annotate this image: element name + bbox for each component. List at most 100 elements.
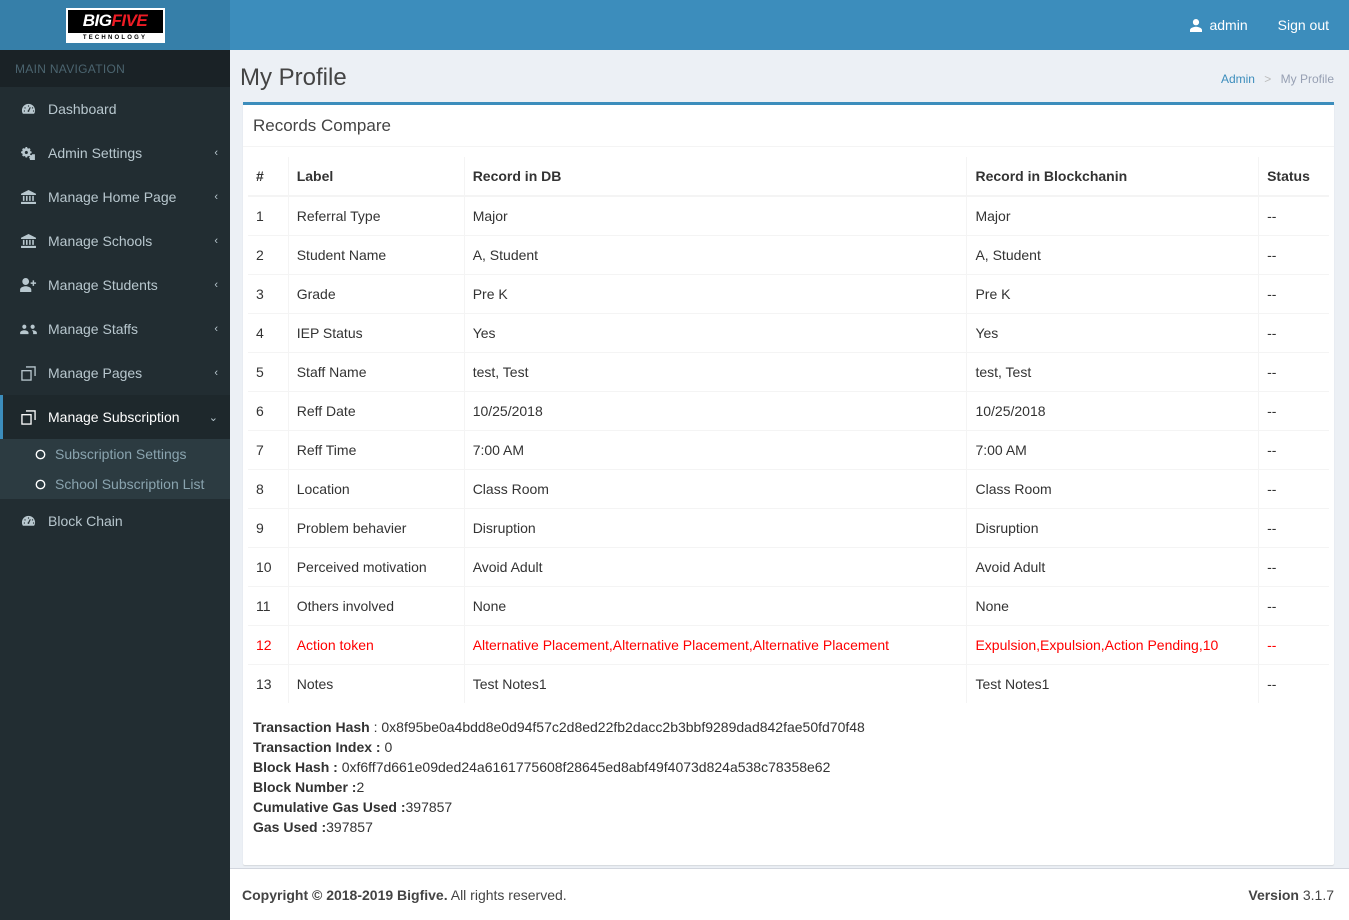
column-header-index: #: [248, 157, 289, 197]
sidebar: BIGFIVE TECHNOLOGY MAIN NAVIGATION Dashb…: [0, 0, 230, 920]
cell-index: 12: [248, 625, 289, 665]
sidebar-item-manage-subscription[interactable]: Manage Subscription ⌄: [0, 395, 230, 439]
transaction-hash-separator: :: [369, 719, 382, 735]
cell-label: Others involved: [288, 586, 465, 626]
footer-copyright: Copyright © 2018-2019 Bigfive. All right…: [242, 887, 567, 903]
cell-status: --: [1258, 274, 1329, 314]
sidebar-item-label: Manage Pages: [48, 365, 143, 381]
cell-record-bc: Class Room: [966, 469, 1260, 509]
logo-box[interactable]: BIGFIVE TECHNOLOGY: [0, 0, 230, 50]
app-root: BIGFIVE TECHNOLOGY MAIN NAVIGATION Dashb…: [0, 0, 1349, 920]
transaction-index-label: Transaction Index :: [253, 739, 381, 755]
cell-index: 8: [248, 469, 289, 509]
sidebar-section-header: MAIN NAVIGATION: [0, 50, 230, 87]
sidebar-item-manage-home-page[interactable]: Manage Home Page ‹: [0, 175, 230, 219]
sidebar-item-block-chain[interactable]: Block Chain: [0, 499, 230, 543]
cell-record-db: Disruption: [464, 508, 968, 548]
table-row: 8 Location Class Room Class Room --: [248, 469, 1329, 509]
chevron-left-icon: ‹: [214, 323, 218, 335]
column-header-status: Status: [1258, 157, 1329, 197]
cell-index: 6: [248, 391, 289, 431]
block-hash-label: Block Hash :: [253, 759, 338, 775]
breadcrumb-separator: >: [1264, 72, 1272, 86]
cell-record-bc: Expulsion,Expulsion,Action Pending,10: [966, 625, 1260, 665]
table-header-row: # Label Record in DB Record in Blockchan…: [248, 157, 1329, 197]
sidebar-item-manage-students[interactable]: Manage Students ‹: [0, 263, 230, 307]
dashboard-icon: [18, 102, 38, 117]
table-row: 11 Others involved None None --: [248, 586, 1329, 626]
user-menu[interactable]: admin: [1175, 0, 1262, 50]
chevron-left-icon: ‹: [214, 147, 218, 159]
cell-record-db: Yes: [464, 313, 968, 353]
cell-label: Reff Time: [288, 430, 465, 470]
block-hash-value: 0xf6ff7d661e09ded24a6161775608f28645ed8a…: [337, 759, 831, 775]
cell-label: Location: [288, 469, 465, 509]
cell-label: Reff Date: [288, 391, 465, 431]
sidebar-item-label: Block Chain: [48, 513, 123, 529]
transaction-hash-label: Transaction Hash: [253, 719, 370, 735]
table-row: 4 IEP Status Yes Yes --: [248, 313, 1329, 353]
cell-status: --: [1258, 430, 1329, 470]
cell-record-db: 10/25/2018: [464, 391, 968, 431]
table-row: 2 Student Name A, Student A, Student --: [248, 235, 1329, 275]
logo-wordmark: BIGFIVE: [67, 9, 163, 33]
breadcrumb-item-admin[interactable]: Admin: [1221, 72, 1255, 86]
transaction-index-line: Transaction Index : 0: [253, 737, 1324, 757]
cell-status: --: [1258, 235, 1329, 275]
transaction-hash-line: Transaction Hash : 0x8f95be0a4bdd8e0d94f…: [253, 717, 1324, 737]
table-row: 7 Reff Time 7:00 AM 7:00 AM --: [248, 430, 1329, 470]
cell-record-db: Major: [464, 195, 968, 236]
box-header: Records Compare: [243, 105, 1334, 147]
sidebar-item-manage-pages[interactable]: Manage Pages ‹: [0, 351, 230, 395]
cell-record-bc: A, Student: [966, 235, 1260, 275]
bank-icon: [18, 234, 38, 248]
table-row: 12 Action token Alternative Placement,Alte…: [248, 625, 1329, 665]
cell-label: Referral Type: [288, 195, 465, 236]
cell-record-db: Class Room: [464, 469, 968, 509]
cell-label: Perceived motivation: [288, 547, 465, 587]
logo-primary-text: BIG: [82, 10, 112, 30]
sidebar-subitem-school-subscription-list[interactable]: School Subscription List: [0, 469, 230, 499]
cell-index: 7: [248, 430, 289, 470]
main-area: admin Sign out My Profile Admin > My Pro…: [230, 0, 1349, 920]
column-header-record-db: Record in DB: [464, 157, 968, 197]
column-header-record-bc: Record in Blockchanin: [966, 157, 1260, 197]
cell-label: Action token: [288, 625, 465, 665]
chevron-left-icon: ‹: [214, 235, 218, 247]
block-number-label: Block Number :: [253, 779, 357, 795]
sidebar-item-label: Admin Settings: [48, 145, 143, 161]
table-body: 1 Referral Type Major Major -- 2 Student Name A…: [248, 195, 1329, 703]
content-header: My Profile Admin > My Profile: [230, 50, 1349, 102]
sidebar-item-manage-staffs[interactable]: Manage Staffs ‹: [0, 307, 230, 351]
footer-version: Version 3.1.7: [1248, 887, 1334, 903]
sidebar-item-manage-schools[interactable]: Manage Schools ‹: [0, 219, 230, 263]
cell-status: --: [1258, 195, 1329, 236]
sidebar-item-dashboard[interactable]: Dashboard: [0, 87, 230, 131]
sidebar-item-admin-settings[interactable]: Admin Settings ‹: [0, 131, 230, 175]
footer-copyright-strong: Copyright © 2018-2019 Bigfive.: [242, 886, 448, 903]
transaction-info: Transaction Hash : 0x8f95be0a4bdd8e0d94f…: [248, 703, 1329, 855]
cell-record-bc: Major: [966, 195, 1260, 236]
sidebar-subitem-subscription-settings[interactable]: Subscription Settings: [0, 439, 230, 469]
table-row: 5 Staff Name test, Test test, Test --: [248, 352, 1329, 392]
cell-index: 1: [248, 195, 289, 236]
cell-status: --: [1258, 586, 1329, 626]
top-navbar: admin Sign out: [230, 0, 1349, 50]
cell-status: --: [1258, 508, 1329, 548]
table-row: 13 Notes Test Notes1 Test Notes1 --: [248, 664, 1329, 703]
cell-index: 9: [248, 508, 289, 548]
sign-out-button[interactable]: Sign out: [1263, 0, 1344, 50]
sidebar-item-label: Dashboard: [48, 101, 117, 117]
cell-label: Notes: [288, 664, 465, 703]
chevron-left-icon: ‹: [214, 191, 218, 203]
sidebar-submenu-manage-subscription: Subscription Settings School Subscriptio…: [0, 439, 230, 499]
gas-used-label: Gas Used :: [253, 819, 327, 835]
cell-record-bc: 7:00 AM: [966, 430, 1260, 470]
cell-record-db: Test Notes1: [464, 664, 968, 703]
sidebar-item-label: Manage Schools: [48, 233, 153, 249]
cell-record-db: Avoid Adult: [464, 547, 968, 587]
cell-record-bc: Pre K: [966, 274, 1260, 314]
block-number-value: 2: [356, 779, 365, 795]
box-body: # Label Record in DB Record in Blockchan…: [243, 147, 1334, 865]
cell-record-bc: 10/25/2018: [966, 391, 1260, 431]
